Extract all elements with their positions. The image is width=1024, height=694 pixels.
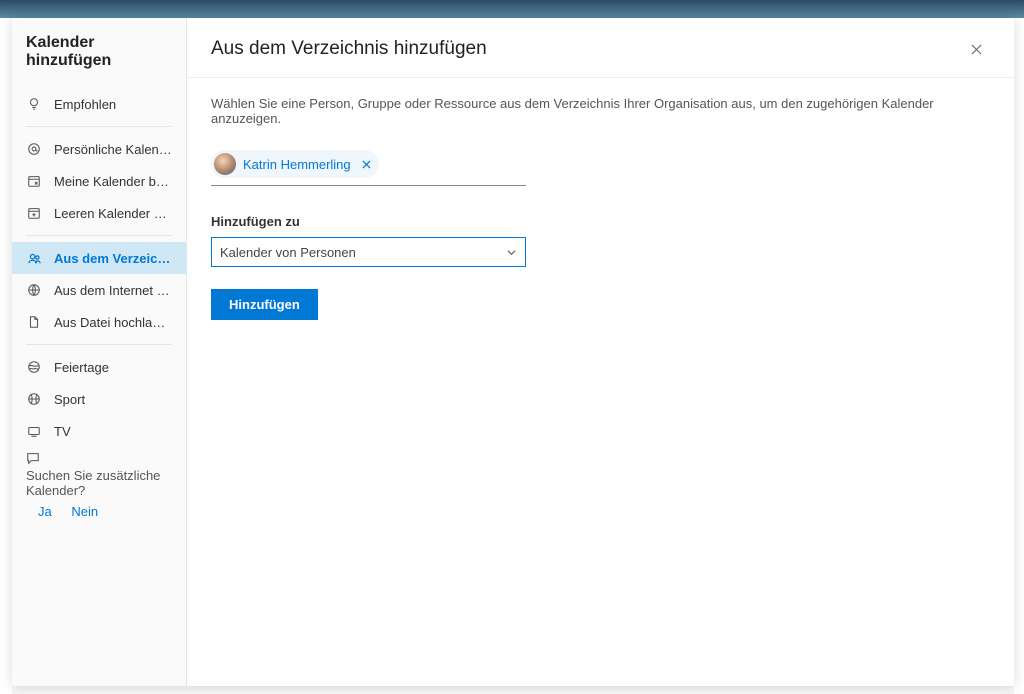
sidebar-item-label: Leeren Kalender erstellen (54, 206, 172, 221)
close-icon (362, 160, 371, 169)
panel-description: Wählen Sie eine Person, Gruppe oder Ress… (211, 96, 990, 126)
select-value: Kalender von Personen (220, 245, 356, 260)
sidebar-item-from-directory[interactable]: Aus dem Verzeichnis hi… (12, 242, 186, 274)
add-button[interactable]: Hinzufügen (211, 289, 318, 320)
sidebar-divider (26, 235, 172, 236)
sidebar-item-personal-calendars[interactable]: Persönliche Kalender hi… (12, 133, 186, 165)
person-picker-field[interactable]: Katrin Hemmerling (211, 148, 526, 186)
at-icon (26, 141, 42, 157)
file-icon (26, 314, 42, 330)
sidebar-feedback-prompt: Suchen Sie zusätzliche Kalender? Ja Nein (12, 447, 186, 523)
main-body: Wählen Sie eine Person, Gruppe oder Ress… (187, 78, 1014, 338)
prompt-yes-link[interactable]: Ja (38, 504, 52, 519)
add-to-select[interactable]: Kalender von Personen (211, 237, 526, 267)
add-to-label: Hinzufügen zu (211, 214, 990, 229)
chevron-down-icon (506, 247, 517, 258)
sidebar-divider (26, 344, 172, 345)
background-right-edge (1014, 18, 1024, 694)
sidebar-item-recommended[interactable]: Empfohlen (12, 88, 186, 120)
panel-title: Aus dem Verzeichnis hinzufügen (211, 38, 487, 60)
sidebar-item-label: Empfohlen (54, 97, 116, 112)
lightbulb-icon (26, 96, 42, 112)
person-chip-remove[interactable] (362, 160, 371, 169)
sidebar-divider (26, 126, 172, 127)
sidebar-item-label: Aus dem Verzeichnis hi… (54, 251, 172, 266)
sidebar-item-label: TV (54, 424, 71, 439)
sidebar-item-from-file[interactable]: Aus Datei hochladen (12, 306, 186, 338)
sidebar-item-from-internet[interactable]: Aus dem Internet abon… (12, 274, 186, 306)
prompt-text: Suchen Sie zusätzliche Kalender? (26, 468, 160, 498)
sidebar-item-label: Aus Datei hochladen (54, 315, 172, 330)
sidebar-item-label: Feiertage (54, 360, 109, 375)
world-icon (26, 359, 42, 375)
sidebar-item-label: Aus dem Internet abon… (54, 283, 172, 298)
sidebar-item-tv[interactable]: TV (12, 415, 186, 447)
sidebar-item-sports[interactable]: Sport (12, 383, 186, 415)
people-icon (26, 250, 42, 266)
sidebar-item-label: Meine Kalender bearbei… (54, 174, 172, 189)
main-header: Aus dem Verzeichnis hinzufügen (187, 18, 1014, 78)
edit-calendar-icon (26, 173, 42, 189)
sidebar-title: Kalender hinzufügen (12, 34, 186, 88)
sidebar-item-edit-calendars[interactable]: Meine Kalender bearbei… (12, 165, 186, 197)
person-chip: Katrin Hemmerling (211, 150, 379, 178)
prompt-no-link[interactable]: Nein (71, 504, 98, 519)
person-chip-name: Katrin Hemmerling (243, 157, 351, 172)
close-icon (970, 43, 983, 56)
chat-icon (26, 451, 172, 465)
sidebar-item-holidays[interactable]: Feiertage (12, 351, 186, 383)
avatar (214, 153, 236, 175)
sidebar-item-label: Persönliche Kalender hi… (54, 142, 172, 157)
main-panel: Aus dem Verzeichnis hinzufügen Wählen Si… (187, 18, 1014, 686)
plus-calendar-icon (26, 205, 42, 221)
close-button[interactable] (962, 35, 990, 63)
add-calendar-modal: Kalender hinzufügen Empfohlen Persönlich… (12, 18, 1014, 686)
sidebar-item-label: Sport (54, 392, 85, 407)
globe-link-icon (26, 282, 42, 298)
sport-icon (26, 391, 42, 407)
background-header-strip (0, 0, 1024, 18)
add-calendar-sidebar: Kalender hinzufügen Empfohlen Persönlich… (12, 18, 187, 686)
background-time-gutter (0, 18, 12, 694)
sidebar-item-create-blank[interactable]: Leeren Kalender erstellen (12, 197, 186, 229)
tv-icon (26, 423, 42, 439)
